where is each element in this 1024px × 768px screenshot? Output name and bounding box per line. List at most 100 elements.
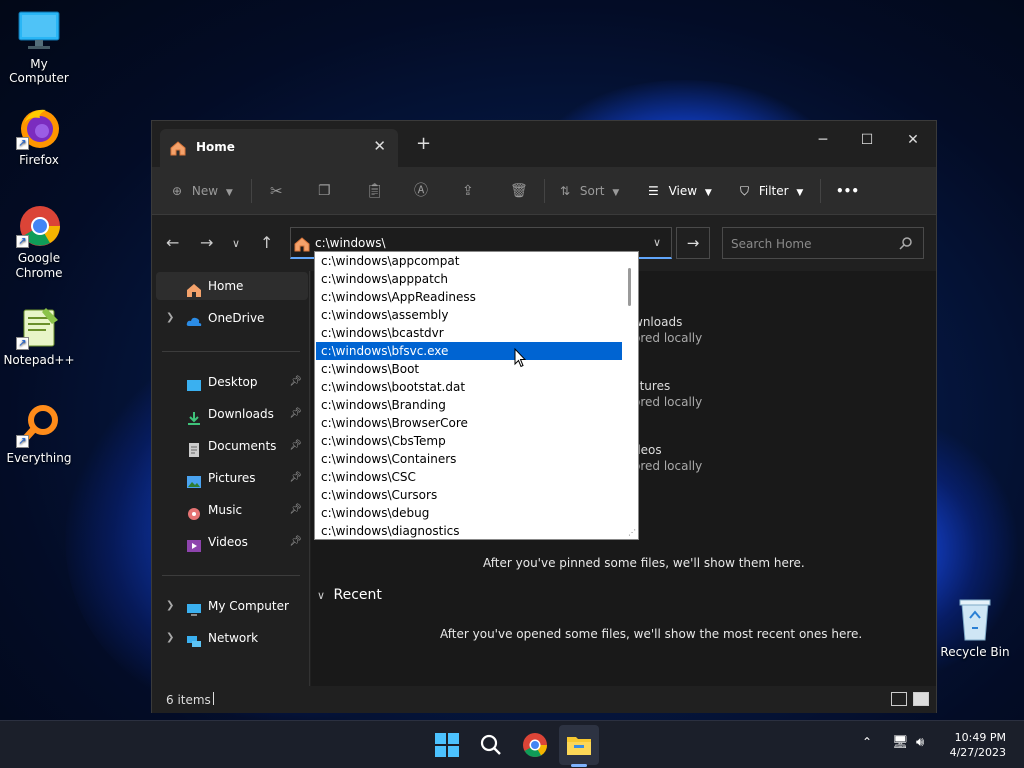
copy-icon[interactable]: ❐: [318, 179, 331, 203]
sidebar-item-desktop[interactable]: Desktop 📌︎: [156, 368, 308, 396]
search-input[interactable]: [731, 234, 891, 254]
desktop-icon-everything[interactable]: ↗ Everything: [0, 402, 78, 465]
address-input[interactable]: [315, 233, 615, 253]
desktop-icon-label: Everything: [6, 451, 72, 465]
maximize-button[interactable]: ☐: [844, 125, 890, 155]
clock-date: 4/27/2023: [949, 746, 1006, 759]
autocomplete-item[interactable]: c:\windows\debug: [316, 504, 622, 522]
chevron-right-icon[interactable]: ❯: [166, 304, 174, 332]
up-arrow-icon[interactable]: ↑: [260, 233, 273, 252]
home-icon: [186, 279, 202, 297]
monitor-icon: [186, 599, 202, 616]
pin-icon[interactable]: 📌︎: [289, 528, 302, 556]
sidebar-item-my-computer[interactable]: ❯ My Computer: [156, 592, 308, 620]
recent-locations-chevron-icon[interactable]: ∨: [232, 237, 240, 250]
sidebar-item-onedrive[interactable]: ❯ OneDrive: [156, 304, 308, 332]
item-count: 6 items: [166, 693, 211, 707]
notepadpp-icon: ↗: [16, 304, 62, 350]
filter-button[interactable]: ⛉ Filter ▼: [740, 179, 803, 203]
autocomplete-item[interactable]: c:\windows\Branding: [316, 396, 622, 414]
autocomplete-item[interactable]: c:\windows\Boot: [316, 360, 622, 378]
cut-icon[interactable]: ✂: [270, 179, 283, 203]
recent-empty-message: After you've opened some files, we'll sh…: [440, 627, 863, 641]
autocomplete-item[interactable]: c:\windows\bootstat.dat: [316, 378, 622, 396]
autocomplete-item[interactable]: c:\windows\assembly: [316, 306, 622, 324]
pin-icon[interactable]: 📌︎: [289, 464, 302, 492]
sidebar-item-pictures[interactable]: Pictures 📌︎: [156, 464, 308, 492]
chrome-icon: ↗: [16, 202, 62, 248]
desktop-icon-my-computer[interactable]: My Computer: [0, 8, 78, 85]
desktop-icon-label: Recycle Bin: [940, 645, 1010, 659]
volume-icon[interactable]: 🔊︎: [916, 735, 924, 750]
pin-icon[interactable]: 📌︎: [289, 432, 302, 460]
start-windows-icon[interactable]: [433, 731, 461, 759]
chevron-down-icon: ∨: [317, 589, 326, 602]
new-tab-button[interactable]: +: [416, 133, 431, 154]
recent-section-header[interactable]: ∨ Recent: [317, 587, 382, 603]
autocomplete-item[interactable]: c:\windows\Cursors: [316, 486, 622, 504]
go-arrow-button[interactable]: →: [676, 227, 710, 259]
quick-access-pictures[interactable]: ctures ored locally: [633, 378, 702, 410]
clock-time: 10:49 PM: [954, 731, 1006, 744]
pin-icon[interactable]: 📌︎: [289, 400, 302, 428]
chevron-down-icon[interactable]: ∨: [653, 236, 661, 249]
autocomplete-item[interactable]: c:\windows\appcompat: [316, 252, 622, 270]
quick-access-downloads[interactable]: wnloads ored locally: [633, 314, 702, 346]
sidebar-item-home[interactable]: Home: [156, 272, 308, 300]
tab-home[interactable]: Home ✕: [160, 129, 398, 167]
autocomplete-item[interactable]: c:\windows\BrowserCore: [316, 414, 622, 432]
paste-icon[interactable]: 📋︎: [366, 179, 384, 203]
more-options-button[interactable]: •••: [836, 179, 859, 203]
shortcut-arrow-icon: ↗: [16, 137, 29, 150]
resize-grip-icon[interactable]: ⋰: [628, 529, 636, 537]
scrollbar-thumb[interactable]: [628, 268, 631, 306]
desktop-icon-notepadpp[interactable]: ↗ Notepad++: [0, 304, 78, 367]
sidebar-item-downloads[interactable]: Downloads 📌︎: [156, 400, 308, 428]
new-button[interactable]: ⊕ New ▼: [172, 179, 233, 203]
desktop-icon-label: Google Chrome: [15, 251, 63, 280]
autocomplete-item[interactable]: c:\windows\apppatch: [316, 270, 622, 288]
autocomplete-item[interactable]: c:\windows\Containers: [316, 450, 622, 468]
search-box[interactable]: [722, 227, 924, 259]
taskbar-file-explorer-icon[interactable]: [565, 731, 593, 759]
view-button[interactable]: ☰ View ▼: [648, 179, 712, 203]
tiles-view-icon[interactable]: [913, 692, 929, 706]
autocomplete-item[interactable]: c:\windows\bcastdvr: [316, 324, 622, 342]
autocomplete-item[interactable]: c:\windows\CbsTemp: [316, 432, 622, 450]
desktop-icon-recycle-bin[interactable]: Recycle Bin: [936, 596, 1014, 659]
desktop-icon-firefox[interactable]: ↗ Firefox: [0, 104, 78, 167]
taskbar-search-icon[interactable]: [477, 731, 505, 759]
pin-icon[interactable]: 📌︎: [289, 496, 302, 524]
sidebar-item-music[interactable]: Music 📌︎: [156, 496, 308, 524]
favorites-empty-message: After you've pinned some files, we'll sh…: [483, 556, 805, 570]
delete-icon[interactable]: 🗑︎: [510, 179, 528, 203]
forward-arrow-icon[interactable]: →: [200, 233, 213, 252]
close-tab-icon[interactable]: ✕: [373, 137, 386, 155]
details-view-icon[interactable]: [891, 692, 907, 706]
desktop-icon-label: Notepad++: [3, 353, 75, 367]
chevron-right-icon[interactable]: ❯: [166, 592, 174, 620]
shortcut-arrow-icon: ↗: [16, 435, 29, 448]
quick-access-videos[interactable]: deos ored locally: [633, 442, 702, 474]
show-hidden-icons-chevron-icon[interactable]: ⌃: [862, 735, 872, 749]
chevron-right-icon[interactable]: ❯: [166, 624, 174, 652]
autocomplete-item[interactable]: c:\windows\AppReadiness: [316, 288, 622, 306]
sidebar-item-documents[interactable]: Documents 📌︎: [156, 432, 308, 460]
rename-icon[interactable]: Ⓐ: [414, 179, 428, 203]
system-clock[interactable]: 10:49 PM 4/27/2023: [950, 730, 1006, 760]
share-icon[interactable]: ⇪: [462, 179, 474, 203]
pin-icon[interactable]: 📌︎: [289, 368, 302, 396]
back-arrow-icon[interactable]: ←: [166, 233, 179, 252]
sort-button[interactable]: ⇅ Sort ▼: [560, 179, 619, 203]
autocomplete-item[interactable]: c:\windows\diagnostics: [316, 522, 622, 539]
taskbar-chrome-icon[interactable]: [521, 731, 549, 759]
network-tray-icon[interactable]: 🖥︎: [892, 735, 909, 750]
desktop-icon-chrome[interactable]: ↗ Google Chrome: [0, 202, 78, 281]
minimize-button[interactable]: ─: [800, 125, 846, 155]
chevron-down-icon: ▼: [796, 188, 804, 198]
autocomplete-item[interactable]: c:\windows\CSC: [316, 468, 622, 486]
sidebar-item-videos[interactable]: Videos 📌︎: [156, 528, 308, 556]
autocomplete-item-selected[interactable]: c:\windows\bfsvc.exe: [316, 342, 622, 360]
close-window-button[interactable]: ✕: [890, 125, 936, 155]
sidebar-item-network[interactable]: ❯ Network: [156, 624, 308, 652]
